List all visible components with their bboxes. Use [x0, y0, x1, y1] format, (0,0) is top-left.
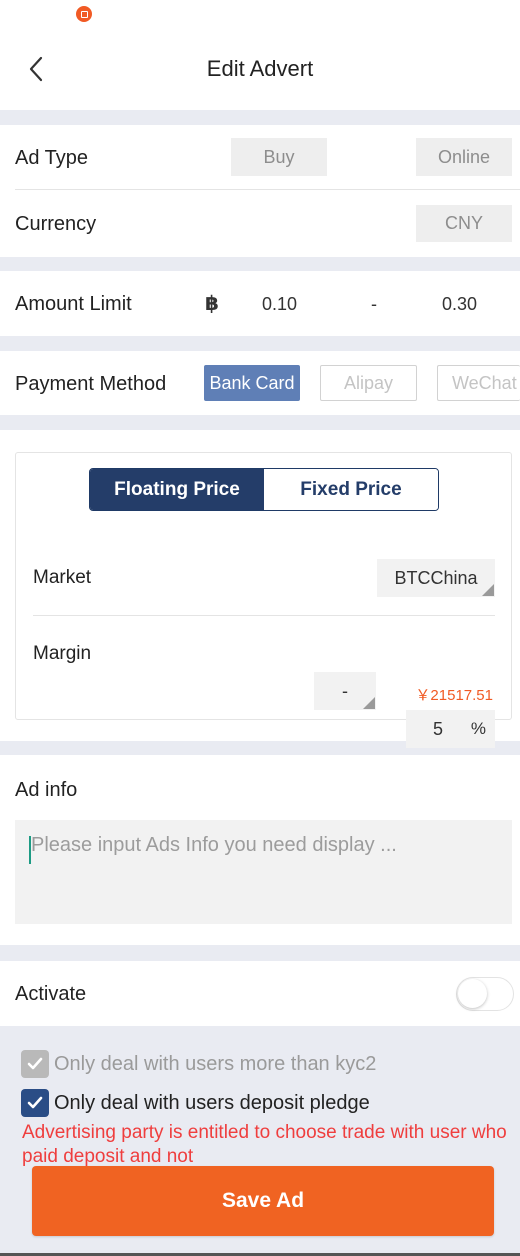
- margin-sign-value: -: [342, 680, 348, 701]
- activate-toggle[interactable]: [456, 977, 514, 1011]
- online-status[interactable]: Online: [416, 138, 512, 176]
- margin-value: 5: [433, 718, 444, 739]
- payment-wechat-button[interactable]: WeChat: [437, 365, 520, 401]
- currency-select[interactable]: CNY: [416, 205, 512, 242]
- kyc2-label: Only deal with users more than kyc2: [54, 1053, 377, 1075]
- currency-label: Currency: [15, 213, 97, 235]
- computed-price: ￥21517.51: [415, 687, 493, 704]
- ad-info-label: Ad info: [15, 779, 78, 801]
- kyc2-checkbox[interactable]: [21, 1050, 49, 1078]
- tab-floating-price[interactable]: Floating Price: [90, 469, 264, 510]
- notification-icon: [76, 6, 92, 22]
- ad-type-label: Ad Type: [15, 147, 89, 169]
- activate-label: Activate: [15, 983, 87, 1005]
- market-select[interactable]: BTCChina: [377, 559, 495, 597]
- bitcoin-icon: ฿: [205, 293, 219, 315]
- page-title: Edit Advert: [206, 56, 314, 81]
- payment-bank-card-button[interactable]: Bank Card: [204, 365, 300, 401]
- dropdown-corner-icon: [363, 697, 375, 709]
- amount-min-input[interactable]: 0.10: [262, 294, 297, 315]
- activate-section: Activate: [0, 961, 520, 1026]
- header: Edit Advert: [0, 30, 520, 110]
- payment-alipay-button[interactable]: Alipay: [320, 365, 417, 401]
- market-label: Market: [33, 567, 92, 588]
- payment-method-section: Payment Method Bank Card Alipay WeChat: [0, 351, 520, 415]
- price-type-toggle: Floating Price Fixed Price: [89, 468, 439, 511]
- market-value: BTCChina: [394, 567, 478, 588]
- text-caret: [29, 836, 31, 864]
- amount-separator: -: [371, 294, 377, 314]
- price-card: Floating Price Fixed Price Market BTCChi…: [15, 452, 512, 748]
- save-ad-button[interactable]: Save Ad: [32, 1166, 494, 1236]
- payment-method-label: Payment Method: [15, 373, 167, 395]
- ad-type-select[interactable]: Buy: [231, 138, 327, 176]
- ad-type-section: Ad Type Buy Online Currency CNY: [0, 125, 520, 257]
- tab-fixed-price[interactable]: Fixed Price: [264, 469, 438, 510]
- amount-max-input[interactable]: 0.30: [442, 294, 477, 315]
- margin-unit: %: [470, 719, 486, 738]
- dropdown-corner-icon: [482, 584, 494, 596]
- warning-text: Advertising party is entitled to choose …: [22, 1122, 507, 1167]
- amount-limit-section: Amount Limit ฿ 0.10 - 0.30: [0, 271, 520, 336]
- amount-limit-label: Amount Limit: [15, 293, 132, 315]
- margin-input[interactable]: 5 %: [406, 710, 495, 748]
- deposit-checkbox[interactable]: [21, 1089, 49, 1117]
- checkmark-icon: [27, 1057, 43, 1070]
- divider: [15, 189, 520, 190]
- margin-label: Margin: [33, 643, 92, 664]
- checkmark-icon: [27, 1096, 43, 1109]
- divider: [33, 615, 495, 616]
- deposit-label: Only deal with users deposit pledge: [54, 1092, 370, 1114]
- margin-sign-select[interactable]: -: [314, 672, 376, 710]
- toggle-knob: [458, 979, 487, 1008]
- ad-info-input[interactable]: Please input Ads Info you need display .…: [15, 820, 512, 924]
